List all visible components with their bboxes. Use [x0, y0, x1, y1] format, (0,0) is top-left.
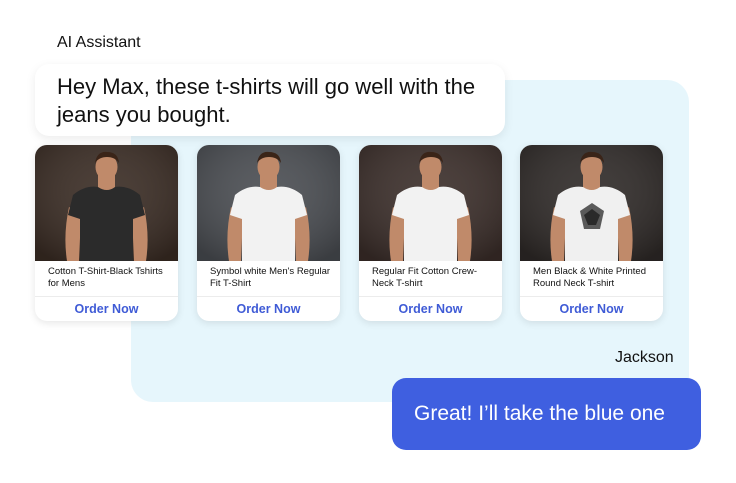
- ai-message-text: Hey Max, these t-shirts will go well wit…: [57, 74, 476, 127]
- order-now-button[interactable]: Order Now: [359, 297, 502, 321]
- product-card[interactable]: Regular Fit Cotton Crew-Neck T-shirt Ord…: [359, 145, 502, 321]
- product-image[interactable]: [35, 145, 178, 261]
- order-now-button[interactable]: Order Now: [35, 297, 178, 321]
- product-title: Symbol white Men's Regular Fit T-Shirt: [210, 266, 331, 289]
- product-card[interactable]: Symbol white Men's Regular Fit T-Shirt O…: [197, 145, 340, 321]
- user-message-bubble: Great! I’ll take the blue one: [392, 378, 701, 450]
- product-title: Men Black & White Printed Round Neck T-s…: [533, 266, 646, 289]
- order-now-button[interactable]: Order Now: [197, 297, 340, 321]
- order-now-button[interactable]: Order Now: [520, 297, 663, 321]
- product-image[interactable]: [520, 145, 663, 261]
- product-title: Cotton T-Shirt-Black Tshirts for Mens: [48, 266, 163, 289]
- product-image[interactable]: [197, 145, 340, 261]
- product-image[interactable]: [359, 145, 502, 261]
- ai-message-bubble: Hey Max, these t-shirts will go well wit…: [35, 64, 505, 136]
- user-message-text: Great! I’ll take the blue one: [414, 402, 665, 425]
- product-title: Regular Fit Cotton Crew-Neck T-shirt: [372, 266, 478, 289]
- product-card[interactable]: Cotton T-Shirt-Black Tshirts for Mens Or…: [35, 145, 178, 321]
- ai-sender-name: AI Assistant: [57, 34, 141, 51]
- product-card[interactable]: Men Black & White Printed Round Neck T-s…: [520, 145, 663, 321]
- user-sender-name: Jackson: [615, 349, 674, 366]
